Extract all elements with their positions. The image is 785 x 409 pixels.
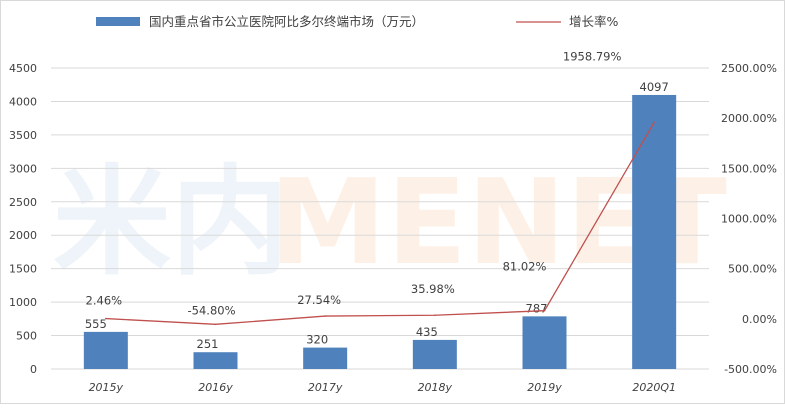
right-axis-ticks: -500.00% 0.00% 500.00% 1000.00% 1500.00% 2000… [721, 62, 777, 376]
left-axis-tick-label: 4500 [9, 62, 37, 75]
x-axis-ticks: 2015y 2016y 2017y 2018y 2019y 2020Q1 [89, 381, 676, 394]
line-point [653, 121, 655, 124]
left-axis-tick-label: 500 [16, 330, 37, 343]
bar [632, 94, 677, 369]
left-axis-tick-label: 3500 [9, 129, 37, 142]
bar [83, 331, 128, 369]
line-point [105, 317, 107, 320]
bar-data-label: 4097 [640, 80, 669, 94]
combo-chart: 米内 MENET 国内重点省市公立医院阿比多尔终端市场（万元） 增长率% 0 50… [9, 14, 777, 394]
bar-data-label: 251 [197, 337, 219, 351]
menet-watermark: 米内 MENET [53, 153, 727, 291]
line-data-label: 1958.79% [563, 49, 622, 63]
line-point [434, 314, 436, 317]
legend-bar-swatch [96, 17, 140, 26]
legend-bar-label: 国内重点省市公立医院阿比多尔终端市场（万元） [149, 14, 424, 29]
left-axis-tick-label: 4000 [9, 95, 37, 108]
bar-data-label: 787 [526, 301, 548, 315]
left-axis-tick-label: 2000 [9, 229, 37, 242]
bar [303, 347, 348, 369]
bar-data-label: 555 [85, 317, 107, 331]
line-data-label: -54.80% [188, 303, 236, 317]
bar [412, 339, 457, 369]
right-axis-tick-label: 1500.00% [721, 162, 777, 175]
line-data-label: 27.54% [297, 293, 341, 307]
x-axis-tick-label: 2016y [198, 381, 233, 394]
x-axis-tick-label: 2015y [89, 381, 124, 394]
legend: 国内重点省市公立医院阿比多尔终端市场（万元） 增长率% [96, 14, 619, 29]
x-axis-tick-label: 2017y [308, 381, 343, 394]
left-axis-tick-label: 1500 [9, 263, 37, 276]
x-axis-tick-label: 2020Q1 [632, 381, 676, 394]
line-data-label: 2.46% [86, 294, 123, 308]
left-axis-tick-label: 2500 [9, 196, 37, 209]
chart-container: 米内 MENET 国内重点省市公立医院阿比多尔终端市场（万元） 增长率% 0 50… [0, 0, 785, 404]
x-axis-tick-label: 2018y [418, 381, 453, 394]
right-axis-tick-label: 0.00% [742, 313, 777, 326]
line-data-label: 35.98% [411, 282, 455, 296]
bar [193, 352, 238, 369]
left-axis-ticks: 0 500 1000 1500 2000 2500 3000 3500 4000 4500 [9, 62, 37, 376]
svg-text:米内: 米内 [53, 153, 289, 291]
right-axis-tick-label: -500.00% [724, 363, 777, 376]
right-axis-tick-label: 2500.00% [721, 62, 777, 75]
left-axis-tick-label: 1000 [9, 296, 37, 309]
right-axis-tick-label: 1000.00% [721, 213, 777, 226]
left-axis-tick-label: 0 [30, 363, 37, 376]
bar-data-label: 320 [306, 333, 328, 347]
line-point [324, 315, 326, 317]
left-axis-tick-label: 3000 [9, 162, 37, 175]
bar-data-label: 435 [416, 325, 438, 339]
line-data-label: 81.02% [503, 260, 547, 274]
right-axis-tick-label: 2000.00% [721, 112, 777, 125]
legend-line-label: 增长率% [569, 14, 619, 29]
bar [522, 316, 567, 369]
line-point [214, 323, 217, 326]
line-point [543, 309, 546, 312]
x-axis-tick-label: 2019y [527, 381, 562, 394]
right-axis-tick-label: 500.00% [728, 263, 777, 276]
